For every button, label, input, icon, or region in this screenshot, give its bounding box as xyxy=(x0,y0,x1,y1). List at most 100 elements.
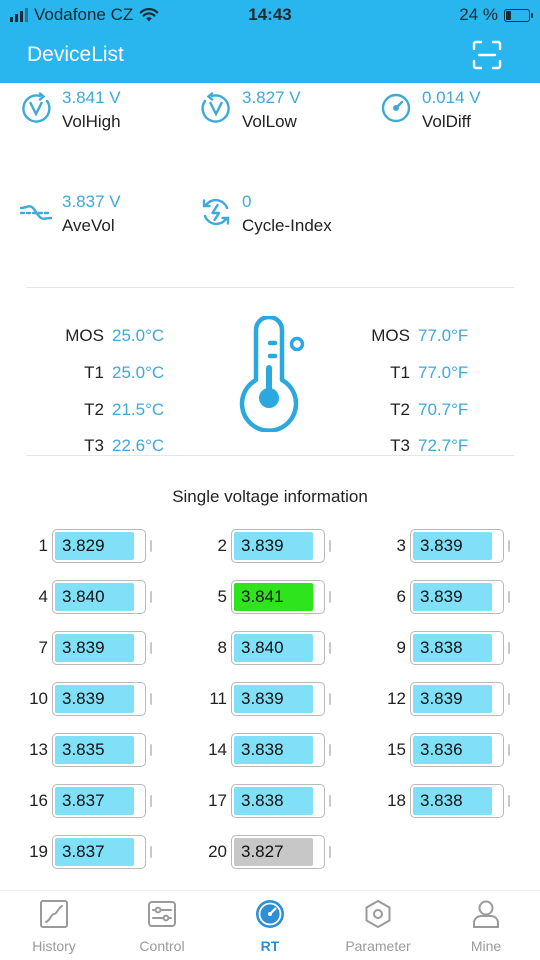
cell-battery-icon: 3.839 xyxy=(52,631,152,665)
cell-voltage: 3.839 xyxy=(234,532,313,560)
battery-percent: 24 % xyxy=(459,5,498,24)
temp-value: 77.0°F xyxy=(418,326,469,345)
temp-label: MOS xyxy=(371,326,410,345)
cell-index: 11 xyxy=(209,689,227,708)
metric-value: 0 xyxy=(242,192,252,211)
cell-battery-icon: 3.838 xyxy=(231,784,331,818)
metric-label: AveVol xyxy=(62,216,115,235)
cell-battery-icon: 3.839 xyxy=(52,682,152,716)
cell-battery-icon: 3.837 xyxy=(52,784,152,818)
nav-label: Control xyxy=(139,938,185,954)
cell-index: 13 xyxy=(29,740,48,759)
cell-index: 20 xyxy=(208,842,227,861)
cell-item: 5 3.841 xyxy=(205,580,331,614)
metric-voldiff: 0.014 V VolDiff xyxy=(380,87,481,135)
temp-value: 25.0°C xyxy=(112,363,165,382)
cell-item: 20 3.827 xyxy=(205,835,331,869)
voltage-high-icon xyxy=(22,92,51,123)
divider xyxy=(26,455,514,456)
cell-item: 7 3.839 xyxy=(26,631,152,665)
cell-index: 4 xyxy=(38,587,48,606)
cell-index: 8 xyxy=(217,638,227,657)
profile-icon xyxy=(473,900,499,928)
cell-item: 16 3.837 xyxy=(26,784,152,818)
cell-voltage: 3.838 xyxy=(413,787,492,815)
section-title: Single voltage information xyxy=(172,487,368,506)
cell-index: 2 xyxy=(217,536,227,555)
cell-battery-icon: 3.838 xyxy=(410,784,510,818)
temp-f-t2: T2 70.7°F xyxy=(350,400,468,420)
cell-voltage: 3.837 xyxy=(55,838,134,866)
temp-label: T2 xyxy=(390,400,410,419)
temp-value: 21.5°C xyxy=(112,400,165,419)
cell-item: 13 3.835 xyxy=(26,733,152,767)
cycle-icon xyxy=(202,198,230,226)
cell-index: 6 xyxy=(396,587,406,606)
cell-index: 3 xyxy=(396,536,406,555)
status-right: 24 % xyxy=(459,5,533,25)
metric-avevol: 3.837 V AveVol xyxy=(20,191,121,239)
metric-volhigh: 3.841 V VolHigh xyxy=(20,87,121,135)
cell-index: 7 xyxy=(38,638,48,657)
temp-value: 77.0°F xyxy=(418,363,469,382)
gauge-icon xyxy=(381,93,411,123)
cell-voltage: 3.841 xyxy=(234,583,313,611)
nav-rt[interactable]: RT xyxy=(216,899,324,954)
temp-f-mos: MOS 77.0°F xyxy=(350,326,468,346)
cell-voltage: 3.836 xyxy=(413,736,492,764)
cell-item: 17 3.838 xyxy=(205,784,331,818)
nav-label: RT xyxy=(260,938,280,954)
cell-item: 12 3.839 xyxy=(384,682,510,716)
nav-label: Parameter xyxy=(345,938,411,954)
cell-battery-icon: 3.838 xyxy=(231,733,331,767)
scan-button[interactable] xyxy=(472,40,502,70)
cell-item: 18 3.838 xyxy=(384,784,510,818)
cell-item: 3 3.839 xyxy=(384,529,510,563)
cell-item: 10 3.839 xyxy=(26,682,152,716)
metric-vollow: 3.827 V VolLow xyxy=(200,87,301,135)
metric-label: VolDiff xyxy=(422,112,471,131)
metric-value: 0.014 V xyxy=(422,88,481,107)
cell-index: 1 xyxy=(38,536,48,555)
metric-cycle-index: 0 Cycle-Index xyxy=(200,191,332,239)
temp-label: MOS xyxy=(65,326,104,345)
nav-mine[interactable]: Mine xyxy=(432,899,540,954)
cell-battery-icon: 3.839 xyxy=(231,529,331,563)
cell-voltage: 3.837 xyxy=(55,787,134,815)
nav-history[interactable]: History xyxy=(0,899,108,954)
cell-voltage: 3.839 xyxy=(55,685,134,713)
page-title[interactable]: DeviceList xyxy=(27,43,124,67)
cell-voltage: 3.840 xyxy=(234,634,313,662)
cell-battery-icon: 3.836 xyxy=(410,733,510,767)
cell-index: 18 xyxy=(387,791,406,810)
average-voltage-icon xyxy=(20,205,52,220)
cell-index: 16 xyxy=(29,791,48,810)
temp-value: 22.6°C xyxy=(112,436,165,455)
thermometer-icon xyxy=(239,316,305,432)
cell-item: 8 3.840 xyxy=(205,631,331,665)
cell-battery-icon: 3.839 xyxy=(410,529,510,563)
metric-value: 3.837 V xyxy=(62,192,121,211)
cell-battery-icon: 3.841 xyxy=(231,580,331,614)
temp-c-t3: T3 22.6°C xyxy=(44,436,164,456)
cell-voltage: 3.835 xyxy=(55,736,134,764)
cell-item: 2 3.839 xyxy=(205,529,331,563)
realtime-gauge-icon xyxy=(256,900,284,928)
cell-index: 15 xyxy=(387,740,406,759)
cell-item: 14 3.838 xyxy=(205,733,331,767)
nav-control[interactable]: Control xyxy=(108,899,216,954)
status-bar: Vodafone CZ 14:43 24 % xyxy=(0,0,540,30)
cell-index: 9 xyxy=(396,638,406,657)
cell-item: 6 3.839 xyxy=(384,580,510,614)
temp-f-t3: T3 72.7°F xyxy=(350,436,468,456)
temp-f-t1: T1 77.0°F xyxy=(350,363,468,383)
cell-voltage: 3.840 xyxy=(55,583,134,611)
temp-value: 72.7°F xyxy=(418,436,469,455)
divider xyxy=(26,287,514,288)
nav-parameter[interactable]: Parameter xyxy=(324,899,432,954)
temp-label: T3 xyxy=(84,436,104,455)
cell-voltage: 3.838 xyxy=(413,634,492,662)
cell-item: 15 3.836 xyxy=(384,733,510,767)
cell-battery-icon: 3.838 xyxy=(410,631,510,665)
cell-battery-icon: 3.839 xyxy=(231,682,331,716)
